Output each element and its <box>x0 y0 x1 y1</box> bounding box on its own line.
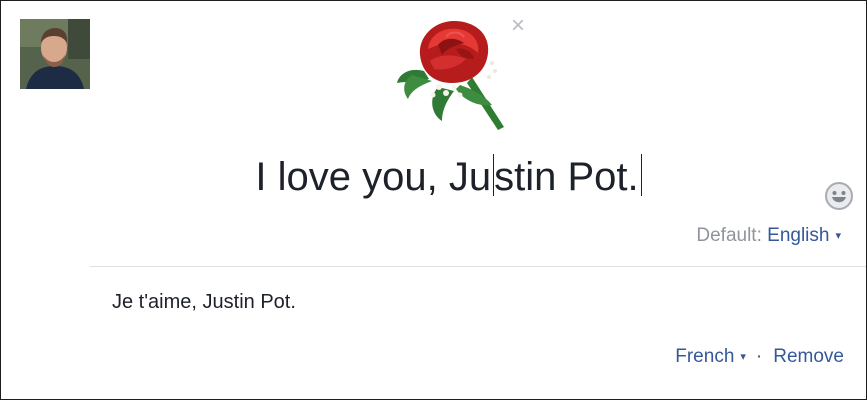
status-text-input[interactable]: I love you, Justin Pot. <box>1 151 866 203</box>
default-language-label: Default: <box>696 225 762 246</box>
text-end-marker <box>640 154 642 196</box>
translation-language-dropdown[interactable]: French ▾ <box>675 346 746 367</box>
translation-language-value: French <box>675 346 735 367</box>
default-language-value: English <box>767 225 830 246</box>
avatar[interactable] <box>20 19 90 89</box>
chevron-down-icon: ▾ <box>740 351 746 363</box>
default-language: Default: English ▾ <box>696 225 841 247</box>
status-text-after-cursor: stin Pot. <box>494 155 639 199</box>
profile-photo <box>20 19 90 89</box>
emoji-button[interactable] <box>824 181 854 211</box>
translation-actions: French ▾ · Remove <box>675 346 844 368</box>
separator: · <box>755 346 763 367</box>
translation-text-input[interactable]: Je t'aime, Justin Pot. <box>112 291 296 314</box>
post-composer: × I love you, Justin Pot. Default: Engli… <box>0 0 867 400</box>
chevron-down-icon: ▾ <box>835 230 841 242</box>
default-language-dropdown[interactable]: English ▾ <box>767 225 841 246</box>
smiley-icon <box>825 182 853 210</box>
status-text-before-cursor: I love you, Ju <box>255 155 492 199</box>
remove-translation-button[interactable]: Remove <box>773 346 844 367</box>
rose-icon <box>394 15 514 133</box>
divider <box>90 266 866 267</box>
